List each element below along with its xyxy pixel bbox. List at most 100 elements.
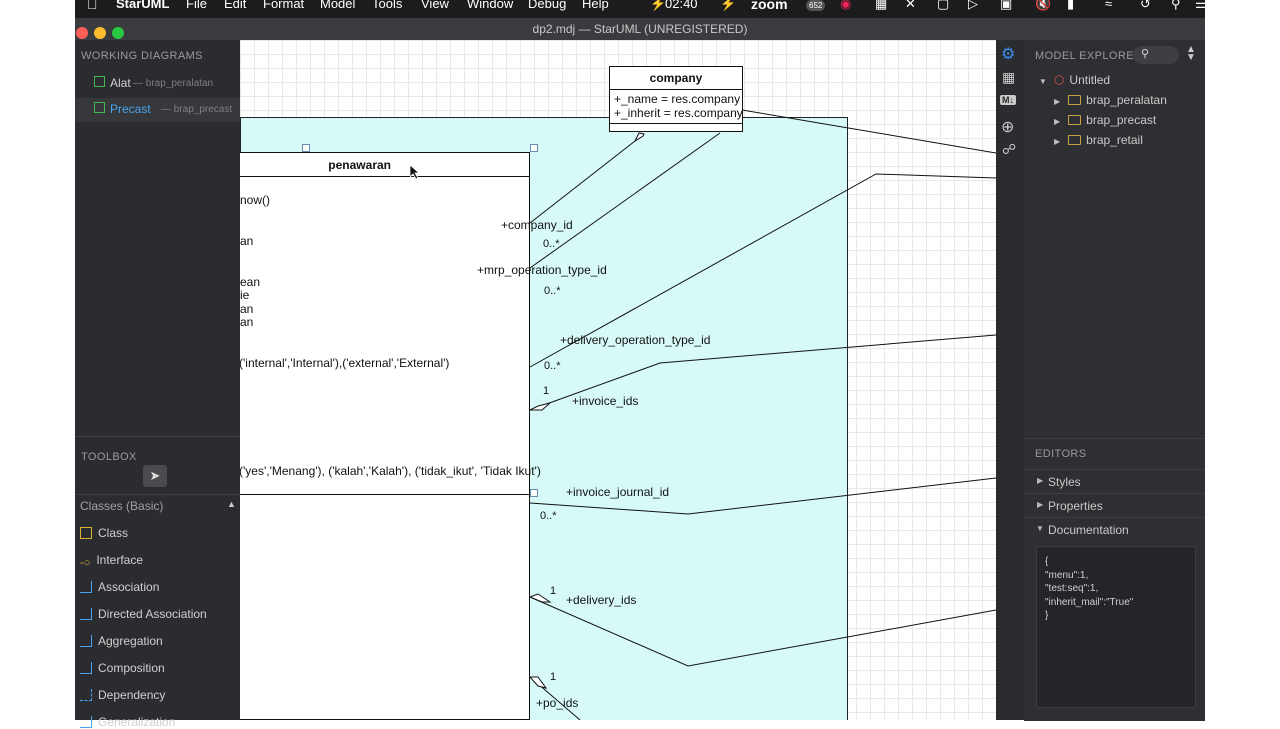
class-divider <box>610 89 742 90</box>
menu-help[interactable]: Help <box>582 0 609 11</box>
class-attribute: ie <box>240 288 250 302</box>
working-diagram-alat[interactable]: Alat — brap_peralatan <box>75 74 240 96</box>
menu-window[interactable]: Window <box>467 0 513 11</box>
menu-tools[interactable]: Tools <box>372 0 402 11</box>
battery-alert-icon[interactable]: ⚡ <box>650 0 666 12</box>
search-icon[interactable]: ⚲ <box>1171 0 1181 12</box>
navigator-icon[interactable]: ⊕ <box>1001 117 1014 137</box>
close-window-button[interactable] <box>76 27 88 39</box>
toolbox-aggregation[interactable]: Aggregation <box>80 634 163 648</box>
composition-icon <box>80 662 92 674</box>
company-aggregation-line <box>529 140 636 224</box>
notification-badge[interactable]: 652 <box>806 0 826 11</box>
dependency-icon <box>80 689 92 701</box>
class-attribute: an <box>240 234 254 248</box>
selection-handle[interactable] <box>302 144 310 152</box>
control-center-icon[interactable]: ☰ <box>1195 0 1207 12</box>
toolbox-dependency[interactable]: Dependency <box>80 688 165 702</box>
model-explorer-heading: MODEL EXPLORER <box>1035 50 1143 62</box>
menu-edit[interactable]: Edit <box>224 0 246 11</box>
app-icon[interactable]: ◉ <box>840 0 851 12</box>
editor-properties[interactable]: ▶ Properties <box>1024 493 1205 516</box>
status-icon[interactable]: ▦ <box>875 0 887 12</box>
delivery-ids-line <box>529 596 996 667</box>
diagram-canvas[interactable]: company +_name = res.company +_inherit =… <box>240 40 996 720</box>
diagram-icon <box>94 76 105 87</box>
tree-root[interactable]: ▼ ⬡ Untitled <box>1039 73 1110 87</box>
editor-label: Properties <box>1048 499 1103 513</box>
share-icon[interactable]: ☍ <box>1002 141 1016 158</box>
menu-model[interactable]: Model <box>320 0 355 11</box>
multiplicity-label: 0..* <box>544 360 561 372</box>
editor-styles[interactable]: ▶ Styles <box>1024 469 1205 492</box>
toolbox-interface[interactable]: -○ Interface <box>80 553 143 569</box>
editor-documentation[interactable]: ▼ Documentation <box>1024 517 1205 540</box>
menu-view[interactable]: View <box>421 0 449 11</box>
menu-file[interactable]: File <box>186 0 207 11</box>
class-attribute: ('yes','Menang'), ('kalah','Kalah'), ('t… <box>240 464 541 478</box>
collapse-icon: ▲ <box>227 499 236 509</box>
mute-icon[interactable]: 🔇 <box>1035 0 1051 12</box>
multiplicity-label: 0..* <box>544 285 561 297</box>
package-icon <box>1068 135 1082 145</box>
window-icon[interactable]: ▣ <box>1000 0 1012 12</box>
toolbox-item-label: Dependency <box>98 688 166 702</box>
selection-handle[interactable] <box>530 489 538 497</box>
tree-label: brap_precast <box>1086 113 1157 127</box>
multiplicity-label: 0..* <box>543 238 560 250</box>
explorer-search[interactable]: ⚲ <box>1133 46 1179 64</box>
clock-text[interactable]: 02:40 <box>665 0 698 11</box>
multiplicity-label: 1 <box>550 671 557 683</box>
toolbox-directed-association[interactable]: Directed Association <box>80 607 207 621</box>
zoom-text[interactable]: zoom <box>751 0 788 12</box>
aggregation-diamond <box>529 402 551 411</box>
zoom-window-button[interactable] <box>112 27 124 39</box>
toolbox-composition[interactable]: Composition <box>80 661 165 675</box>
penawaran-class[interactable]: penawaran now() an ean ie an an ('intern… <box>240 152 541 720</box>
toolbox-heading: TOOLBOX <box>81 451 137 463</box>
menu-debug[interactable]: Debug <box>528 0 566 11</box>
tree-label: brap_peralatan <box>1086 93 1167 107</box>
pointer-tool[interactable]: ➤ <box>143 465 167 487</box>
tree-item-brap-precast[interactable]: ▶ brap_precast <box>1054 113 1156 127</box>
tree-item-brap-retail[interactable]: ▶ brap_retail <box>1054 133 1143 147</box>
company-class[interactable]: company +_name = res.company +_inherit =… <box>609 66 743 132</box>
apple-icon[interactable]:  <box>87 0 98 12</box>
battery-icon[interactable]: ▮ <box>1067 0 1074 12</box>
working-diagram-sub: — brap_peralatan <box>133 78 214 89</box>
history-icon[interactable]: ↺ <box>1140 0 1151 12</box>
sort-icon[interactable]: ▲ ▼ <box>1186 45 1196 63</box>
toolbox-class[interactable]: Class <box>80 526 128 540</box>
package-icon <box>1068 115 1082 125</box>
display-icon[interactable]: ▢ <box>937 0 949 12</box>
class-name: penawaran <box>328 158 391 172</box>
menu-format[interactable]: Format <box>263 0 304 11</box>
directed-association-icon <box>80 608 92 620</box>
selection-handle[interactable] <box>530 144 538 152</box>
app-menu[interactable]: StarUML <box>116 0 169 11</box>
tree-item-brap-peralatan[interactable]: ▶ brap_peralatan <box>1054 93 1167 107</box>
working-diagram-precast[interactable]: Precast — brap_precast <box>75 98 240 122</box>
minimize-window-button[interactable] <box>94 27 106 39</box>
class-attribute: ean <box>240 275 261 289</box>
bolt-icon[interactable]: ⚡ <box>720 0 736 12</box>
class-attribute: ('internal','Internal'),('external','Ext… <box>240 356 450 370</box>
expanded-icon: ▼ <box>1036 524 1044 533</box>
markdown-icon[interactable]: M↓ <box>1000 95 1016 105</box>
multiplicity-label: 1 <box>543 385 550 397</box>
panel-divider <box>75 436 240 437</box>
toolbox-generalization[interactable]: Generalization <box>80 715 175 729</box>
toolbox-section-header[interactable]: Classes (Basic) ▲ <box>75 494 240 517</box>
documentation-textarea[interactable]: { "menu":1, "test:seq":1, "inherit_mail"… <box>1036 546 1196 708</box>
play-icon[interactable]: ▷ <box>968 0 978 12</box>
layout-icon[interactable]: ▦ <box>1002 69 1015 86</box>
role-label: +invoice_journal_id <box>566 485 670 499</box>
model-icon: ⬡ <box>1053 73 1065 87</box>
toolbox-association[interactable]: Association <box>80 580 159 594</box>
pen-icon[interactable]: ✕ <box>905 0 916 12</box>
extensions-icon[interactable]: ⚙ <box>1001 44 1015 64</box>
working-diagrams-heading: WORKING DIAGRAMS <box>81 50 203 62</box>
editors-heading: EDITORS <box>1035 448 1087 460</box>
toolbox-item-label: Directed Association <box>98 607 207 621</box>
wifi-icon[interactable]: ≈ <box>1105 0 1112 11</box>
